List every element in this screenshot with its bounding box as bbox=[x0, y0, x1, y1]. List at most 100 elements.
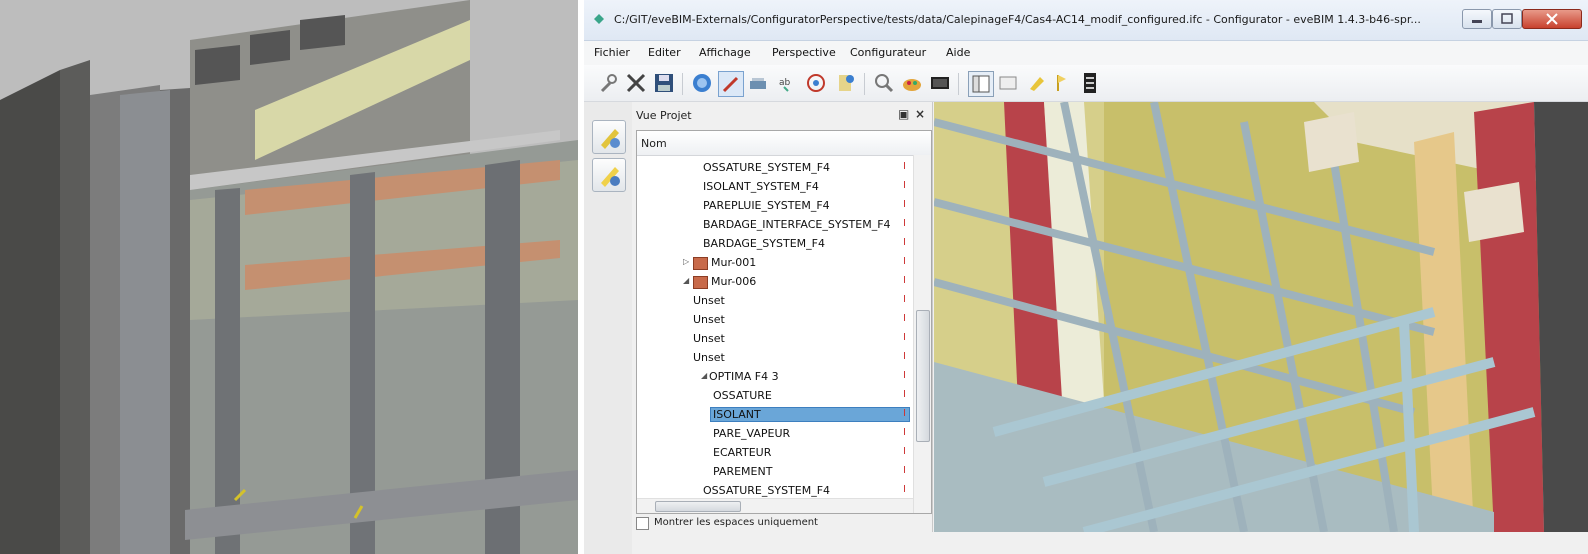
tree-row[interactable]: PAREPLUIE_SYSTEM_F4 I bbox=[637, 196, 913, 215]
tree-row-label: Unset bbox=[693, 313, 725, 326]
tree-row-label: BARDAGE_INTERFACE_SYSTEM_F4 bbox=[703, 218, 891, 231]
scissors-icon[interactable] bbox=[624, 71, 648, 95]
wrench-icon[interactable] bbox=[596, 71, 620, 95]
toolbar-separator bbox=[682, 73, 683, 95]
collapse-arrow-icon[interactable]: ◢ bbox=[701, 371, 707, 380]
tree-row[interactable]: BARDAGE_SYSTEM_F4 I bbox=[637, 234, 913, 253]
maximize-button[interactable] bbox=[1492, 9, 1522, 29]
application-window: C:/GIT/eveBIM-Externals/ConfiguratorPers… bbox=[584, 0, 1588, 554]
wall-folder-icon bbox=[693, 257, 708, 270]
close-button[interactable] bbox=[1522, 9, 1582, 29]
pencil-add-icon bbox=[601, 129, 620, 149]
3d-viewport[interactable] bbox=[934, 102, 1588, 532]
horizontal-scroll-thumb[interactable] bbox=[655, 501, 741, 512]
tree-row-label: Unset bbox=[693, 294, 725, 307]
tree-row[interactable]: ISOLANT I bbox=[637, 405, 913, 424]
tree-row-label: OSSATURE_SYSTEM_F4 bbox=[703, 484, 831, 497]
close-panel-icon[interactable]: × bbox=[915, 107, 925, 121]
horizontal-scrollbar[interactable] bbox=[637, 498, 913, 513]
tree-row[interactable]: ◢ Mur-006 I bbox=[637, 272, 913, 291]
tree-row[interactable]: Unset I bbox=[637, 310, 913, 329]
float-panel-icon[interactable]: ▣ bbox=[898, 107, 909, 121]
menu-aide[interactable]: Aide bbox=[946, 46, 970, 59]
viewport-render bbox=[934, 102, 1588, 532]
tree-row-label: ISOLANT bbox=[710, 407, 910, 422]
tree-row-label: Mur-006 bbox=[711, 275, 757, 288]
menu-fichier[interactable]: Fichier bbox=[594, 46, 630, 59]
object-icon[interactable] bbox=[746, 71, 770, 95]
tree-row[interactable]: PAREMENT I bbox=[637, 462, 913, 481]
menu-bar: Fichier Editer Affichage Perspective Con… bbox=[584, 41, 1588, 65]
tree-row-marker: I bbox=[903, 484, 906, 495]
tree-row-label: OPTIMA F4 3 bbox=[709, 370, 779, 383]
tree-row-label: PAREMENT bbox=[713, 465, 773, 478]
tree-row[interactable]: Unset I bbox=[637, 348, 913, 367]
flag-icon[interactable] bbox=[1050, 71, 1074, 95]
app-logo-icon bbox=[594, 14, 604, 24]
tree-row[interactable]: OSSATURE I bbox=[637, 386, 913, 405]
tree-row-marker: I bbox=[903, 389, 906, 400]
title-bar: C:/GIT/eveBIM-Externals/ConfiguratorPers… bbox=[584, 0, 1588, 41]
spaces-only-label: Montrer les espaces uniquement bbox=[654, 517, 818, 528]
project-tree[interactable]: Nom OSSATURE_SYSTEM_F4 I ISOLANT_SYSTEM_F4… bbox=[636, 130, 932, 514]
tree-row-marker: I bbox=[903, 408, 906, 419]
menu-editer[interactable]: Editer bbox=[648, 46, 681, 59]
globe-icon[interactable] bbox=[690, 71, 714, 95]
wall-folder-icon bbox=[693, 276, 708, 289]
tree-row-marker: I bbox=[903, 351, 906, 362]
side-toolstrip bbox=[584, 102, 632, 554]
tree-row-marker: I bbox=[903, 237, 906, 248]
menu-configurateur[interactable]: Configurateur bbox=[850, 46, 926, 59]
tree-row[interactable]: Unset I bbox=[637, 291, 913, 310]
maximize-icon bbox=[1501, 13, 1513, 24]
spaces-only-checkbox[interactable] bbox=[636, 517, 649, 530]
layout-icon[interactable] bbox=[968, 71, 994, 97]
collapse-arrow-icon[interactable]: ◢ bbox=[683, 276, 689, 285]
toolbar-separator bbox=[958, 73, 959, 95]
tree-row-label: ECARTEUR bbox=[713, 446, 772, 459]
left-render-drawing bbox=[0, 0, 578, 554]
tree-row-marker: I bbox=[903, 161, 906, 172]
tree-row-marker: I bbox=[903, 199, 906, 210]
tree-row[interactable]: BARDAGE_INTERFACE_SYSTEM_F4 I bbox=[637, 215, 913, 234]
tree-row-marker: I bbox=[903, 180, 906, 191]
stack-icon[interactable] bbox=[1078, 71, 1102, 95]
tree-row-label: OSSATURE_SYSTEM_F4 bbox=[703, 161, 831, 174]
tree-row-label: OSSATURE bbox=[713, 389, 772, 402]
save-icon[interactable] bbox=[652, 71, 676, 95]
tree-column-header[interactable]: Nom bbox=[637, 131, 931, 156]
minimize-button[interactable] bbox=[1462, 9, 1492, 29]
panel-header: Vue Projet ▣ × bbox=[632, 104, 932, 126]
vertical-scrollbar[interactable] bbox=[913, 155, 931, 513]
screen-icon[interactable] bbox=[928, 71, 952, 95]
tree-row-marker: I bbox=[903, 294, 906, 305]
add-element-button[interactable] bbox=[592, 120, 626, 154]
search-icon[interactable] bbox=[872, 71, 896, 95]
tree-row-label: Unset bbox=[693, 351, 725, 364]
tree-row[interactable]: PARE_VAPEUR I bbox=[637, 424, 913, 443]
tree-row[interactable]: ▷ Mur-001 I bbox=[637, 253, 913, 272]
marker-icon[interactable] bbox=[1024, 71, 1048, 95]
menu-perspective[interactable]: Perspective bbox=[772, 46, 836, 59]
window-icon[interactable] bbox=[996, 71, 1020, 95]
tree-row-label: PARE_VAPEUR bbox=[713, 427, 791, 440]
pencil-icon[interactable] bbox=[718, 71, 744, 97]
tree-row[interactable]: Unset I bbox=[637, 329, 913, 348]
status-bar bbox=[932, 532, 1588, 554]
tree-row[interactable]: ISOLANT_SYSTEM_F4 I bbox=[637, 177, 913, 196]
tree-row-marker: I bbox=[903, 218, 906, 229]
tree-row[interactable]: ECARTEUR I bbox=[637, 443, 913, 462]
tree-row[interactable]: ◢ OPTIMA F4 3 I bbox=[637, 367, 913, 386]
expand-arrow-icon[interactable]: ▷ bbox=[683, 257, 689, 266]
tree-row-label: PAREPLUIE_SYSTEM_F4 bbox=[703, 199, 830, 212]
tree-row-marker: I bbox=[903, 313, 906, 324]
edit-element-button[interactable] bbox=[592, 158, 626, 192]
target-icon[interactable] bbox=[804, 71, 828, 95]
tree-row[interactable]: OSSATURE_SYSTEM_F4 I bbox=[637, 158, 913, 177]
vertical-scroll-thumb[interactable] bbox=[916, 310, 930, 442]
properties-icon[interactable]: ab bbox=[774, 71, 798, 95]
window-title: C:/GIT/eveBIM-Externals/ConfiguratorPers… bbox=[614, 13, 1421, 26]
menu-affichage[interactable]: Affichage bbox=[699, 46, 751, 59]
cake-icon[interactable] bbox=[900, 71, 924, 95]
config-icon[interactable] bbox=[834, 71, 858, 95]
